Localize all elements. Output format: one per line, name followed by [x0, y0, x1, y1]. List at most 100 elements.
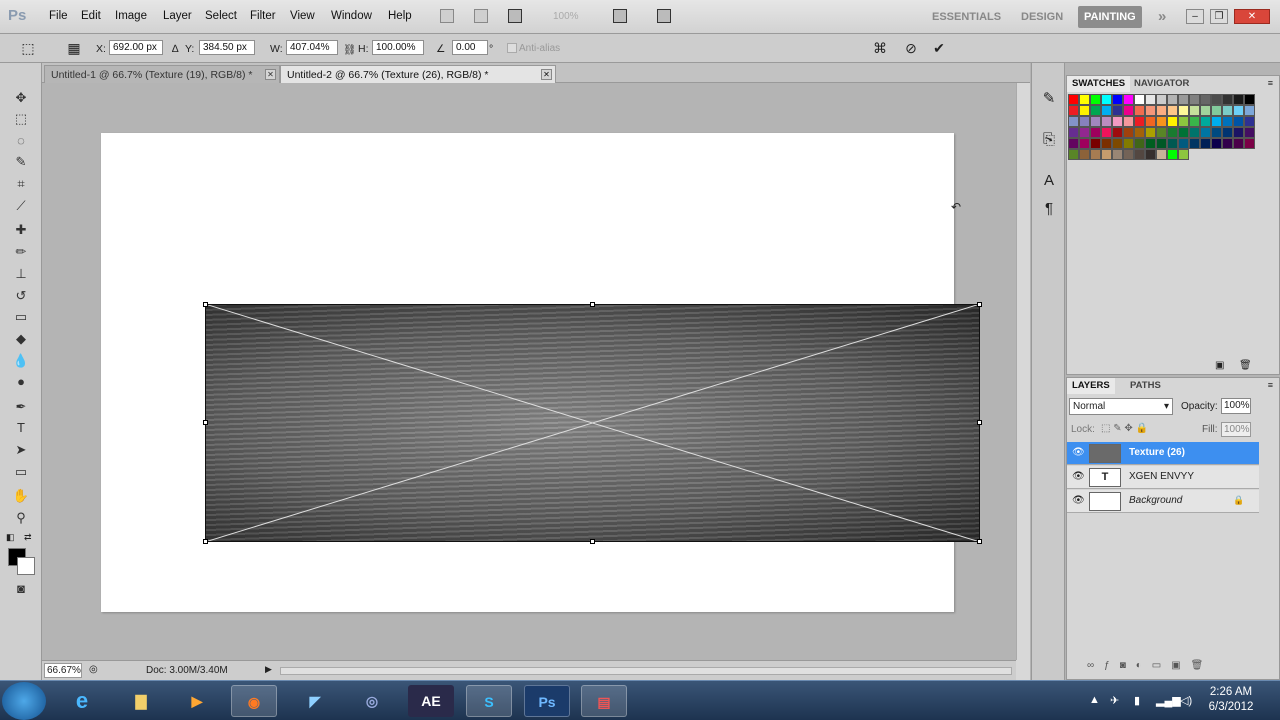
color-swatch[interactable]	[1111, 126, 1123, 138]
mini-bridge-icon[interactable]	[474, 9, 488, 23]
visibility-eye-icon[interactable]: 👁	[1072, 495, 1085, 507]
color-swatch[interactable]	[1155, 104, 1167, 116]
color-swatch[interactable]	[1111, 94, 1123, 105]
color-swatch[interactable]	[1068, 115, 1079, 127]
transform-handle[interactable]	[203, 539, 208, 544]
menu-file[interactable]: File	[49, 10, 68, 22]
horizontal-scrollbar[interactable]	[280, 667, 1012, 675]
color-swatch[interactable]	[1133, 104, 1145, 116]
color-swatch[interactable]	[1199, 104, 1211, 116]
zoom-field[interactable]: 66.67%	[44, 663, 82, 678]
zoom-tool-icon[interactable]: ⚲	[11, 509, 31, 527]
color-swatch[interactable]	[1155, 115, 1167, 127]
cancel-transform-icon[interactable]: ⊘	[903, 40, 919, 56]
color-swatch[interactable]	[1243, 104, 1255, 116]
workspace-essentials[interactable]: ESSENTIALS	[926, 6, 1007, 28]
transform-handle[interactable]	[977, 539, 982, 544]
color-swatch[interactable]	[1188, 104, 1200, 116]
workspace-more-icon[interactable]: »	[1152, 6, 1172, 28]
menu-view[interactable]: View	[290, 10, 315, 22]
color-swatch[interactable]	[1210, 94, 1222, 105]
color-swatch[interactable]	[1210, 115, 1222, 127]
clone-source-icon[interactable]: ⎘	[1039, 130, 1059, 150]
y-field[interactable]: 384.50 px	[199, 40, 255, 55]
menu-window[interactable]: Window	[331, 10, 372, 22]
status-menu-arrow-icon[interactable]: ▶	[265, 664, 272, 675]
color-swatch[interactable]	[1089, 137, 1101, 149]
hand-tool-icon[interactable]: ✋	[11, 487, 31, 505]
color-swatch[interactable]	[1177, 104, 1189, 116]
color-swatch[interactable]	[1188, 94, 1200, 105]
lock-icons[interactable]: ⬚ ✎ ✥ 🔒	[1101, 423, 1148, 434]
color-swatch[interactable]	[1199, 115, 1211, 127]
eyedropper-tool-icon[interactable]: ⟋	[11, 197, 31, 215]
color-swatch[interactable]	[1068, 94, 1079, 105]
color-swatch[interactable]	[1243, 126, 1255, 138]
tray-expand-icon[interactable]: ▲	[1089, 694, 1100, 706]
color-swatch[interactable]	[1243, 115, 1255, 127]
color-swatch[interactable]	[1078, 94, 1090, 105]
network-icon[interactable]: ✈	[1110, 694, 1119, 707]
screen-mode-icon[interactable]	[657, 9, 671, 23]
color-swatch[interactable]	[1078, 115, 1090, 127]
color-swatch[interactable]	[1188, 126, 1200, 138]
color-swatch[interactable]	[1166, 126, 1178, 138]
color-swatch[interactable]	[1155, 137, 1167, 149]
color-swatch[interactable]	[1078, 126, 1090, 138]
color-swatch[interactable]	[1232, 137, 1244, 149]
color-swatch[interactable]	[1177, 94, 1189, 105]
minimize-button[interactable]: –	[1186, 9, 1204, 24]
color-swatch[interactable]	[1221, 137, 1233, 149]
opacity-field[interactable]: 100%	[1221, 398, 1251, 414]
commit-transform-icon[interactable]: ✔	[931, 40, 947, 56]
paragraph-panel-icon[interactable]: ¶	[1039, 199, 1059, 219]
layer-row-text[interactable]: 👁 T XGEN ENVYY	[1067, 466, 1259, 489]
color-swatch[interactable]	[1232, 126, 1244, 138]
color-swatch[interactable]	[1144, 148, 1156, 160]
brush-presets-icon[interactable]: ✎	[1039, 89, 1059, 109]
volume-icon[interactable]: ◁)	[1180, 694, 1192, 707]
transform-handle[interactable]	[977, 420, 982, 425]
menu-help[interactable]: Help	[388, 10, 412, 22]
color-swatch[interactable]	[1100, 148, 1112, 160]
workspace-painting[interactable]: PAINTING	[1078, 6, 1142, 28]
color-swatch[interactable]	[1133, 115, 1145, 127]
winrar-icon[interactable]: ▤	[581, 685, 627, 717]
menu-edit[interactable]: Edit	[81, 10, 101, 22]
battery-icon[interactable]: ▮	[1134, 694, 1140, 707]
tab-swatches[interactable]: SWATCHES	[1067, 76, 1131, 92]
transform-handle[interactable]	[977, 302, 982, 307]
visibility-eye-icon[interactable]: 👁	[1072, 471, 1085, 483]
app-icon[interactable]: ◤	[292, 685, 338, 717]
bridge-icon[interactable]	[440, 9, 454, 23]
color-swatch[interactable]	[1166, 94, 1178, 105]
quick-mask-icon[interactable]: ◙	[11, 580, 31, 598]
fill-field[interactable]: 100%	[1221, 422, 1251, 437]
color-swatch[interactable]	[1221, 94, 1233, 105]
height-field[interactable]: 100.00%	[372, 40, 424, 55]
color-swatch[interactable]	[1068, 148, 1079, 160]
clone-stamp-tool-icon[interactable]: ⊥	[11, 265, 31, 283]
workspace-design[interactable]: DESIGN	[1015, 6, 1069, 28]
color-swatch[interactable]	[1188, 115, 1200, 127]
color-swatch[interactable]	[1232, 115, 1244, 127]
color-swatch[interactable]	[1122, 126, 1134, 138]
firefox-icon[interactable]: ◉	[231, 685, 277, 717]
color-swatch[interactable]	[1122, 104, 1134, 116]
pen-tool-icon[interactable]: ✒	[11, 398, 31, 416]
delta-icon[interactable]: ∆	[172, 43, 178, 55]
color-swatch[interactable]	[1089, 104, 1101, 116]
color-swatch[interactable]	[1144, 115, 1156, 127]
vertical-scrollbar[interactable]	[1016, 83, 1030, 660]
after-effects-icon[interactable]: AE	[408, 685, 454, 717]
color-swatch[interactable]	[1155, 94, 1167, 105]
trash-icon[interactable]: 🗑	[1239, 360, 1252, 371]
blend-mode-select[interactable]: Normal ▾	[1069, 398, 1173, 415]
marquee-tool-icon[interactable]: ⬚	[11, 110, 31, 128]
color-swatch[interactable]	[1221, 115, 1233, 127]
arrange-documents-icon[interactable]	[613, 9, 627, 23]
layer-row-texture[interactable]: 👁 Texture (26)	[1067, 442, 1259, 465]
color-swatch[interactable]	[1210, 137, 1222, 149]
width-field[interactable]: 407.04%	[286, 40, 338, 55]
character-panel-icon[interactable]: A	[1039, 171, 1059, 191]
